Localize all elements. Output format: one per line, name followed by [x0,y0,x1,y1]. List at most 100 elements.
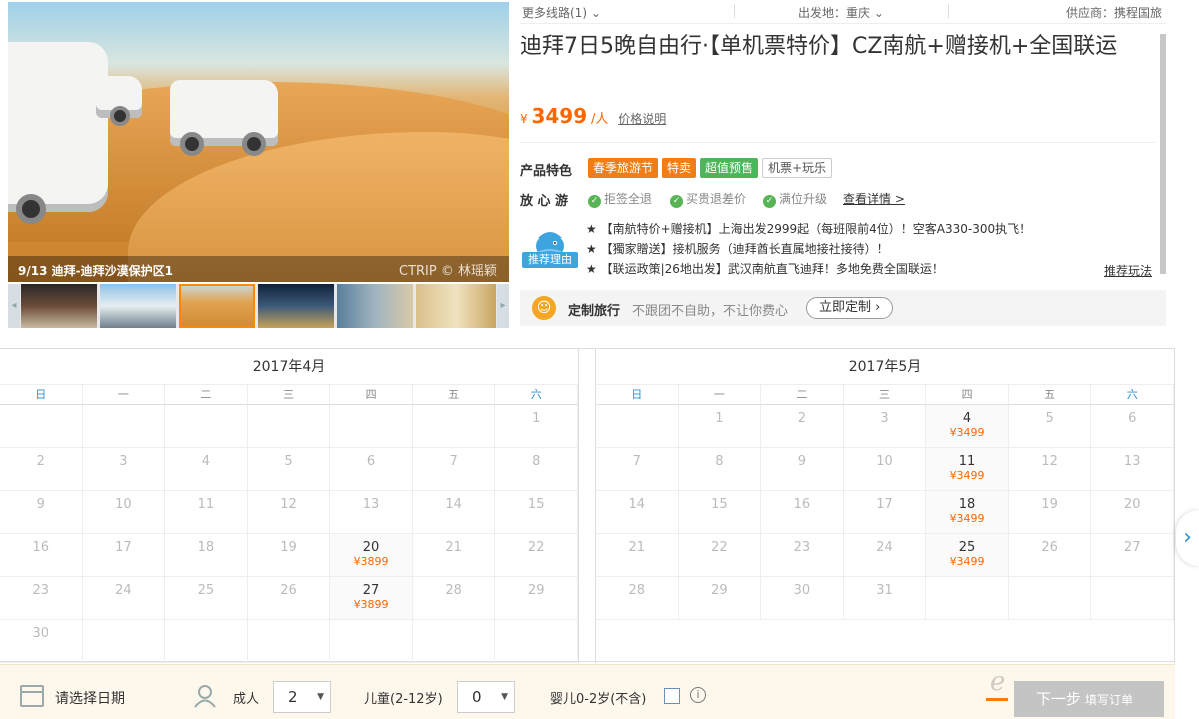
thumbnail-active[interactable] [179,284,255,328]
calendar-day[interactable]: 11 ¥3499 [926,448,1009,491]
product-title: 迪拜7日5晚自由行·【单机票特价】CZ南航+赠接机+全国联运 [520,34,1118,59]
custom-travel-button[interactable]: 立即定制 › [806,297,894,319]
dash-mark [986,698,1008,701]
day-number: 16 [32,540,50,555]
weekday-header: 二 [165,385,248,405]
day-number: 29 [711,583,728,598]
calendar-day [82,620,166,663]
weekday-header: 三 [843,385,927,405]
calendar-day: 26 [1008,534,1092,577]
calendar-day [412,620,496,663]
day-price: ¥3899 [353,555,389,568]
calendar-day: 1 [678,405,762,448]
calendar-day: 6 [1091,405,1174,448]
calendar-day: 30 [0,620,83,663]
calendar-day [82,405,166,448]
calendar-day: 23 [761,534,844,577]
calendar-day: 16 [761,491,844,534]
person-icon [194,685,216,708]
calendar-day: 7 [412,448,496,491]
thumbnail[interactable] [21,284,97,328]
recommend-line: ★ 【獨家贈送】接机服务（迪拜酋长直属地接社接待）！ [586,242,889,256]
calendar-day: 4 [165,448,248,491]
calendar-day: 25 [165,577,248,620]
month-title: 2017年5月 [596,349,1174,385]
calendar-day: 29 [678,577,762,620]
info-scrollbar[interactable] [1160,34,1166,274]
weekday-header: 四 [330,385,413,405]
calendar-day: 17 [82,534,166,577]
next-step-button[interactable]: 下一步 填写订单 [1014,681,1164,717]
price-value: 3499 [531,104,588,128]
day-number: 19 [1041,497,1058,512]
day-number: 2 [36,454,45,469]
date-prompt[interactable]: 请选择日期 [55,688,125,708]
assurance-item: ✓ 拒签全退 [588,190,652,208]
price-note-link[interactable]: 价格说明 [618,112,666,126]
weekday-header: 二 [761,385,844,405]
calendar-day[interactable]: 20 ¥3899 [330,534,413,577]
thumbnail-strip: ◂ ▸ [8,284,509,328]
day-price: ¥3899 [353,598,389,611]
calendar-day: 21 [412,534,496,577]
calendar-day: 31 [843,577,927,620]
infant-label: 婴儿0-2岁(不含) [550,692,647,707]
weekday-header: 一 [678,385,762,405]
calendar-day [412,405,496,448]
calendar-day: 11 [165,491,248,534]
photo-gallery: 9/13 迪拜-迪拜沙漠保护区1 CTRIP © 林瑶颖 ◂ ▸ [8,2,509,328]
price-unit: /人 [590,112,609,127]
calendar-day: 24 [82,577,166,620]
photo-suv [170,80,278,156]
adult-count-select[interactable]: 2 ▼ [273,681,331,713]
recommend-line: ★ 【南航特价+赠接机】上海出发2999起（每班限前4位）！空客A330-300… [586,222,1032,236]
supplier-label: 供应商：携程国旅 [1066,6,1163,20]
thumbnail[interactable] [100,284,176,328]
recommend-more-link[interactable]: 推荐玩法 [1104,262,1152,279]
calendar-day: 14 [596,491,679,534]
calendar-day: 8 [495,448,578,491]
main-photo[interactable]: 9/13 迪拜-迪拜沙漠保护区1 CTRIP © 林瑶颖 [8,2,509,282]
custom-travel-title: 定制旅行 [568,304,621,319]
photo-caption-bar: 9/13 迪拜-迪拜沙漠保护区1 CTRIP © 林瑶颖 [8,256,509,282]
child-count-select[interactable]: 0 ▼ [457,681,515,713]
child-label: 儿童(2-12岁) [364,692,443,707]
assurance-detail-link[interactable]: 查看详情 > [843,190,905,207]
day-number: 18 [197,540,215,555]
calendar-day: 18 [165,534,248,577]
calendar-day[interactable]: 4 ¥3499 [926,405,1009,448]
day-number: 6 [1128,411,1137,426]
day-number: 21 [628,540,646,555]
thumbnail[interactable] [416,284,496,328]
weekday-header: 三 [247,385,331,405]
calendar-day: 19 [1008,491,1092,534]
info-icon[interactable]: i [690,687,706,703]
thumb-prev-arrow-icon[interactable]: ◂ [8,284,20,328]
thumbnail[interactable] [337,284,413,328]
calendar-day[interactable]: 25 ¥3499 [926,534,1009,577]
chevron-down-icon: ▼ [501,692,508,702]
thumbnail[interactable] [258,284,334,328]
month-grid: 日一二三四五六 1 2 3 4 5 6 7 8 9 10 11 12 13 14 15 16 17 18 19 20 ¥3… [0,385,578,663]
calendar-day[interactable]: 27 ¥3899 [330,577,413,620]
photo-suv [96,76,142,126]
day-number: 28 [445,583,462,598]
weekday-header: 五 [1008,385,1092,405]
feature-tag: 春季旅游节 [588,158,659,178]
infant-checkbox[interactable] [664,688,680,704]
more-routes-dropdown[interactable]: 更多线路(1) ⌄ [522,4,601,21]
calendar-day: 5 [1008,405,1092,448]
day-number: 3 [880,411,889,426]
day-number: 9 [797,454,807,469]
departure-dropdown[interactable]: 出发地：重庆 ⌄ [798,4,884,21]
day-number: 1 [532,411,541,426]
booking-bar: e 请选择日期 成人 2 ▼ 儿童(2-12岁) 0 ▼ 婴儿0-2岁(不含) i … [0,664,1175,719]
calendar-day[interactable]: 18 ¥3499 [926,491,1009,534]
thumb-next-arrow-icon[interactable]: ▸ [497,284,509,328]
calendar-next-arrow-icon[interactable]: › [1176,510,1199,566]
day-number: 14 [628,497,646,512]
day-number: 21 [445,540,462,555]
calendar-day: 1 [495,405,578,448]
day-number: 26 [1041,540,1058,555]
day-number: 2 [797,411,807,426]
